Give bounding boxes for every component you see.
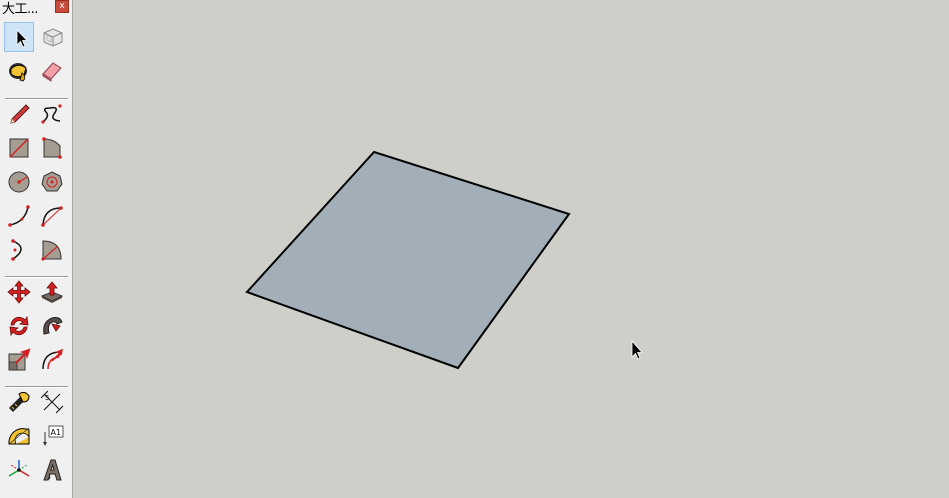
push-pull-tool-button[interactable]: [37, 277, 67, 307]
freehand-tool-button[interactable]: [37, 99, 67, 129]
make-component-tool-button[interactable]: [37, 22, 67, 52]
move-arrows-icon: [7, 280, 31, 304]
polygon-icon: [41, 171, 63, 192]
offset-tool-button[interactable]: [37, 345, 67, 375]
protractor-icon: [8, 427, 30, 445]
rectangle-tool-button[interactable]: [4, 133, 34, 163]
viewport-canvas: [245, 150, 643, 370]
pie-tool-button[interactable]: [37, 235, 67, 265]
paint-bucket-icon: [9, 63, 27, 82]
two-point-arc-tool-button[interactable]: [37, 201, 67, 231]
rectangle-face[interactable]: [245, 150, 571, 370]
three-point-arc-tool-button[interactable]: [4, 235, 34, 265]
pie-icon: [41, 240, 62, 261]
follow-me-icon: [43, 317, 63, 335]
select-tool-button[interactable]: [4, 22, 34, 52]
scale-tool-button[interactable]: [4, 345, 34, 375]
move-tool-button[interactable]: [4, 277, 34, 307]
svg-text:A1: A1: [51, 428, 62, 437]
3d-text-icon: [43, 459, 62, 481]
dimension-icon: 5: [40, 390, 64, 414]
tape-measure-icon: [9, 391, 30, 412]
model-viewport[interactable]: [74, 0, 949, 498]
text-tool-button[interactable]: A1: [37, 421, 67, 451]
palette-titlebar[interactable]: 大工... x: [0, 0, 72, 17]
circle-icon: [8, 171, 30, 193]
rotated-rectangle-icon: [42, 137, 62, 159]
rotate-tool-button[interactable]: [4, 311, 34, 341]
component-box-icon: [43, 28, 63, 47]
mouse-cursor-icon: [631, 339, 643, 360]
three-point-arc-icon: [11, 239, 22, 261]
palette-close-button[interactable]: x: [55, 0, 69, 13]
paint-bucket-tool-button[interactable]: [4, 56, 34, 86]
freehand-curve-icon: [41, 104, 62, 124]
polygon-tool-button[interactable]: [37, 167, 67, 197]
arc-icon: [8, 205, 30, 227]
eraser-icon: [42, 62, 62, 82]
dimension-tool-button[interactable]: 5: [37, 387, 67, 417]
protractor-tool-button[interactable]: [4, 421, 34, 451]
circle-tool-button[interactable]: [4, 167, 34, 197]
rectangle-icon: [9, 138, 29, 158]
tool-palette: 大工... x 5 A1: [0, 0, 73, 498]
follow-me-tool-button[interactable]: [37, 311, 67, 341]
text-label-icon: A1: [43, 425, 64, 446]
scale-icon: [8, 348, 31, 371]
eraser-tool-button[interactable]: [37, 56, 67, 86]
tape-measure-tool-button[interactable]: [4, 387, 34, 417]
rotated-rectangle-tool-button[interactable]: [37, 133, 67, 163]
line-tool-button[interactable]: [4, 99, 34, 129]
svg-text:5: 5: [45, 394, 49, 402]
axes-icon: [8, 460, 30, 477]
push-pull-icon: [40, 281, 64, 303]
arc-tool-button[interactable]: [4, 201, 34, 231]
pencil-icon: [10, 104, 30, 124]
two-point-arc-icon: [41, 206, 63, 227]
rotate-arrows-icon: [9, 315, 29, 337]
palette-title: 大工...: [2, 2, 38, 17]
3d-text-tool-button[interactable]: [37, 455, 67, 485]
offset-icon: [42, 348, 64, 370]
axes-tool-button[interactable]: [4, 455, 34, 485]
arrow-cursor-icon: [16, 29, 28, 48]
